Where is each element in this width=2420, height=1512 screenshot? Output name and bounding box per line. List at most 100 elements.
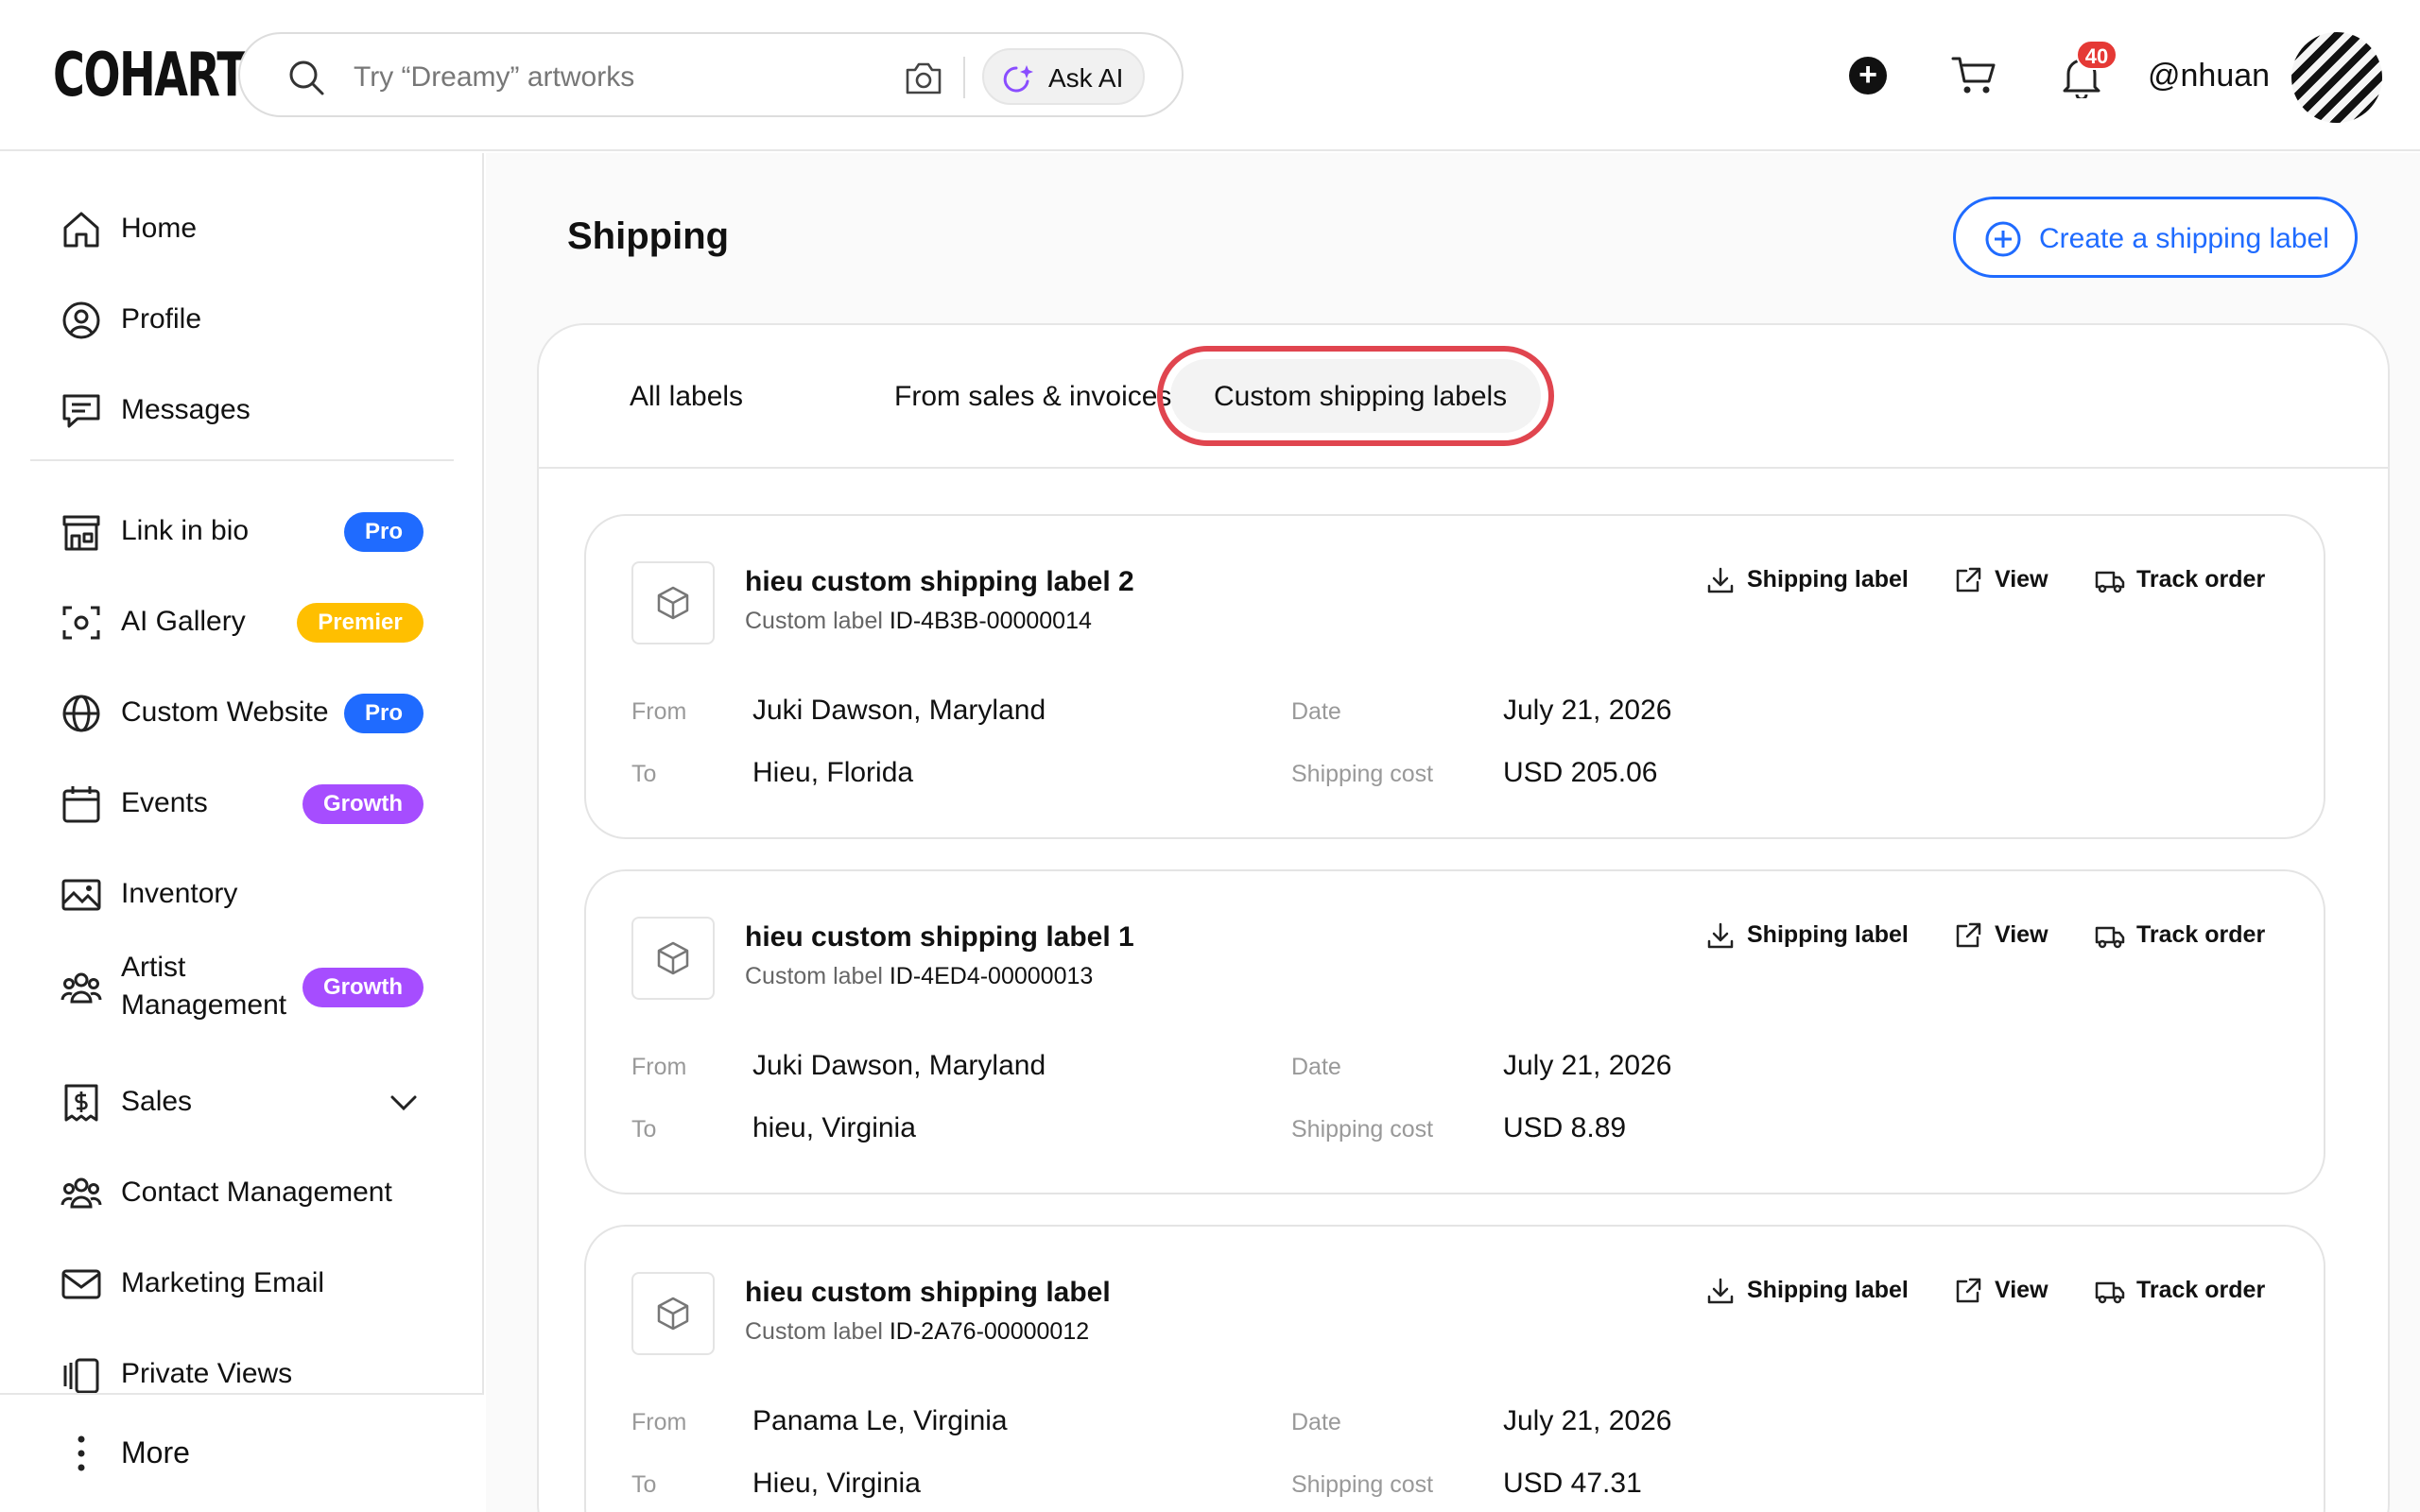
top-header: COHART Try “Dreamy” artworks Ask AI + 40…: [0, 0, 2420, 151]
ask-ai-label: Ask AI: [1048, 63, 1124, 93]
create-shipping-label-button[interactable]: Create a shipping label: [1953, 197, 2358, 278]
package-thumbnail: [631, 561, 715, 644]
tab-custom-shipping-labels-label: Custom shipping labels: [1214, 381, 1508, 412]
custom-label-prefix: Custom label: [745, 1318, 883, 1345]
sidebar-item-label: Private Views: [121, 1358, 293, 1389]
to-label: To: [631, 1116, 657, 1143]
sidebar-item-contact-management[interactable]: Contact Management: [0, 1157, 484, 1223]
truck-icon: [2095, 571, 2125, 593]
views-icon: [63, 1358, 99, 1394]
search-bar[interactable]: Try “Dreamy” artworks Ask AI: [238, 32, 1184, 117]
shipping-label-action-label: Shipping label: [1747, 566, 1909, 593]
from-value: Juki Dawson, Maryland: [752, 1050, 1046, 1081]
sidebar-more[interactable]: More: [0, 1393, 484, 1512]
card-title: hieu custom shipping label 2: [745, 566, 1134, 597]
message-icon: [62, 394, 100, 428]
sidebar-item-label: Profile: [121, 303, 202, 335]
contacts-icon: [60, 1177, 102, 1209]
sidebar-item-label: AI Gallery: [121, 606, 246, 637]
track-order-button[interactable]: Track order: [2095, 563, 2274, 597]
mail-icon: [61, 1269, 101, 1299]
download-icon: [1707, 567, 1734, 593]
add-icon[interactable]: +: [1849, 57, 1887, 94]
card-title: hieu custom shipping label: [745, 1277, 1111, 1308]
from-value: Juki Dawson, Maryland: [752, 695, 1046, 726]
to-label: To: [631, 761, 657, 787]
view-button[interactable]: View: [1953, 563, 2057, 597]
sidebar-item-label: Link in bio: [121, 515, 250, 546]
sidebar-item-label: Events: [121, 787, 208, 818]
sidebar-item-label: Contact Management: [121, 1177, 392, 1208]
sidebar-item-events[interactable]: Events Growth: [0, 767, 484, 833]
username[interactable]: @nhuan: [2148, 57, 2270, 94]
growth-badge: Growth: [302, 784, 424, 824]
search-divider: [963, 57, 965, 98]
package-icon: [657, 1297, 689, 1331]
sidebar-item-marketing-email[interactable]: Marketing Email: [0, 1247, 484, 1314]
from-label: From: [631, 1054, 687, 1080]
download-shipping-label-button[interactable]: Shipping label: [1705, 1274, 1910, 1308]
label-id: ID-4B3B-00000014: [889, 608, 1092, 634]
label-id: ID-4ED4-00000013: [889, 963, 1094, 989]
shipping-label-action-label: Shipping label: [1747, 921, 1909, 948]
shipping-cost-value: USD 205.06: [1503, 757, 1658, 788]
view-button[interactable]: View: [1953, 1274, 2057, 1308]
ask-ai-button[interactable]: Ask AI: [982, 48, 1145, 105]
track-order-action-label: Track order: [2136, 1277, 2266, 1303]
shipping-cost-label: Shipping cost: [1291, 1116, 1434, 1143]
sidebar-item-custom-website[interactable]: Custom Website Pro: [0, 677, 484, 743]
sidebar-item-link-in-bio[interactable]: Link in bio Pro: [0, 495, 484, 561]
sparkle-icon: [1003, 65, 1033, 93]
to-label: To: [631, 1471, 657, 1498]
sidebar-item-label: Home: [121, 213, 198, 244]
sidebar-item-artist-management[interactable]: Artist Management Growth: [0, 949, 484, 1024]
package-thumbnail: [631, 917, 715, 1000]
from-value: Panama Le, Virginia: [752, 1405, 1008, 1436]
tab-all-labels[interactable]: All labels: [630, 380, 743, 414]
track-order-button[interactable]: Track order: [2095, 919, 2274, 953]
avatar[interactable]: [2291, 32, 2382, 123]
download-shipping-label-button[interactable]: Shipping label: [1705, 563, 1910, 597]
card-subtitle: Custom label ID-4ED4-00000013: [745, 962, 1093, 990]
external-link-icon: [1956, 1278, 1981, 1303]
chevron-down-icon[interactable]: [388, 1087, 420, 1119]
package-icon: [657, 941, 689, 975]
package-thumbnail: [631, 1272, 715, 1355]
card-subtitle: Custom label ID-4B3B-00000014: [745, 607, 1092, 635]
date-value: July 21, 2026: [1503, 1050, 1672, 1081]
pro-badge: Pro: [344, 512, 424, 552]
dollar-icon: [64, 1084, 98, 1122]
search-input[interactable]: Try “Dreamy” artworks: [354, 60, 634, 94]
sidebar-item-profile[interactable]: Profile: [0, 284, 484, 350]
storefront-icon: [62, 515, 100, 551]
tab-from-sales-invoices[interactable]: From sales & invoices: [894, 380, 1171, 414]
sidebar-item-label: Marketing Email: [121, 1267, 325, 1298]
notification-badge: 40: [2076, 40, 2118, 70]
user-icon: [62, 301, 100, 339]
shipping-label-card: hieu custom shipping label 2 Custom labe…: [584, 514, 2325, 839]
more-vertical-icon: [78, 1435, 85, 1471]
sidebar-item-sales[interactable]: Sales: [0, 1066, 484, 1132]
sidebar-item-messages[interactable]: Messages: [0, 374, 484, 440]
to-value: hieu, Virginia: [752, 1112, 916, 1143]
date-label: Date: [1291, 698, 1341, 725]
tab-custom-shipping-labels[interactable]: Custom shipping labels: [1157, 346, 1554, 446]
sidebar-item-ai-gallery[interactable]: AI Gallery Premier: [0, 586, 484, 652]
shipping-cost-label: Shipping cost: [1291, 761, 1434, 787]
premier-badge: Premier: [297, 603, 424, 643]
track-order-button[interactable]: Track order: [2095, 1274, 2274, 1308]
package-icon: [657, 586, 689, 620]
view-button[interactable]: View: [1953, 919, 2057, 953]
view-action-label: View: [1995, 921, 2048, 948]
cart-icon[interactable]: [1951, 55, 1996, 96]
date-label: Date: [1291, 1054, 1341, 1080]
camera-icon[interactable]: [904, 59, 943, 96]
download-shipping-label-button[interactable]: Shipping label: [1705, 919, 1910, 953]
shipping-cost-value: USD 8.89: [1503, 1112, 1627, 1143]
sidebar-item-inventory[interactable]: Inventory: [0, 858, 484, 924]
sidebar-item-home[interactable]: Home: [0, 193, 484, 259]
shipping-label-card: hieu custom shipping label Custom label …: [584, 1225, 2325, 1512]
date-value: July 21, 2026: [1503, 695, 1672, 726]
truck-icon: [2095, 1281, 2125, 1304]
cohart-logo[interactable]: COHART: [53, 42, 247, 110]
